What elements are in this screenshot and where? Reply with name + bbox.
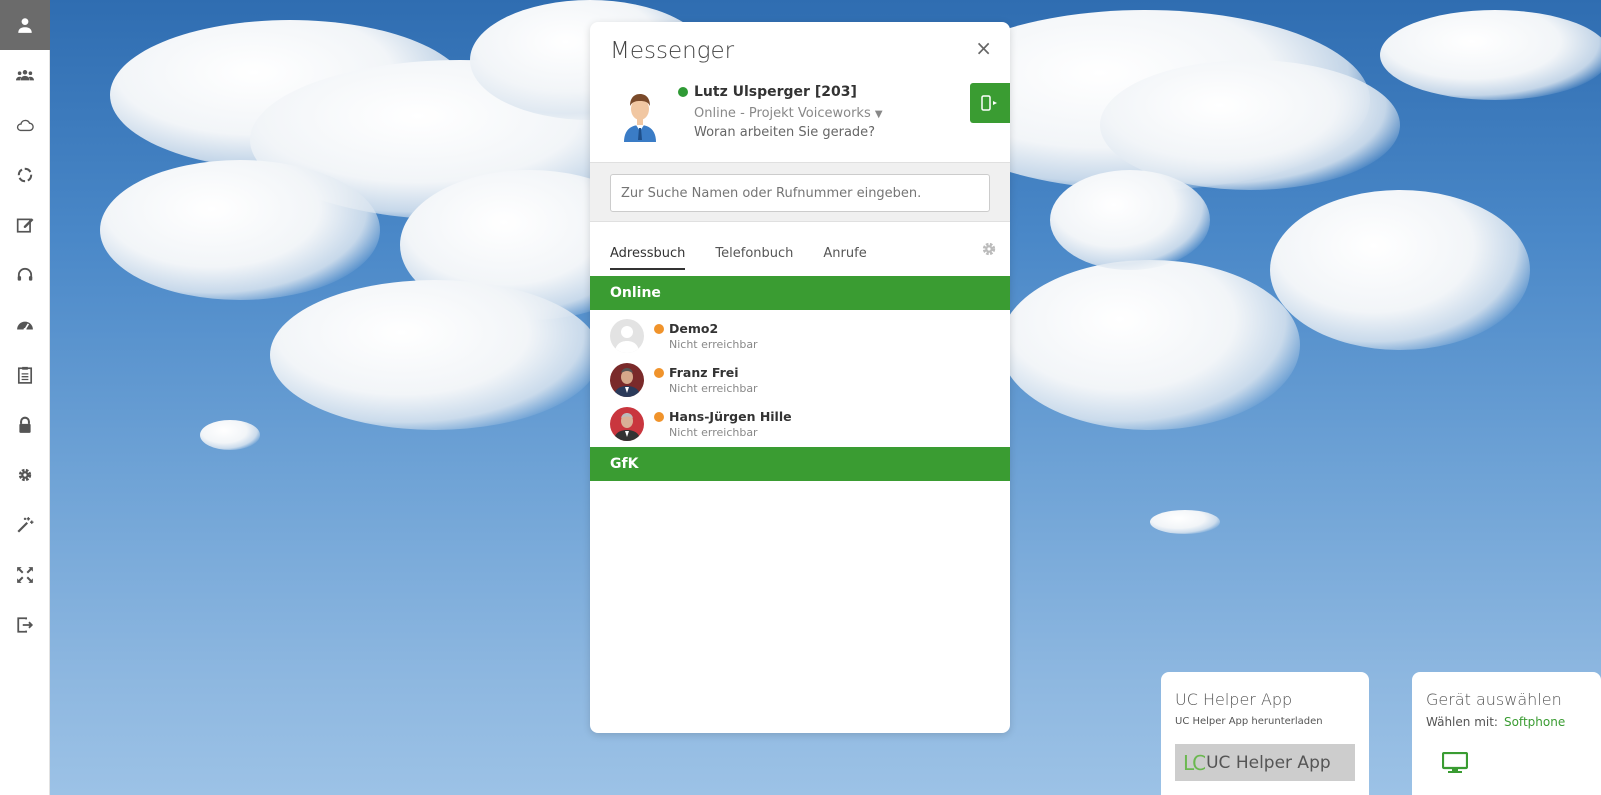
user-project: - Projekt Voiceworks [740, 106, 871, 121]
edit-icon [16, 218, 34, 233]
chevron-down-icon: ▼ [874, 109, 883, 120]
sidebar-item-fullscreen[interactable] [0, 550, 50, 600]
group-header-gfk[interactable]: GfK [590, 447, 1010, 481]
widget-title: UC Helper App [1175, 690, 1293, 709]
device-choice-value[interactable]: Softphone [1504, 715, 1565, 729]
helper-app-label: UC Helper App [1206, 752, 1331, 773]
sidebar-item-logout[interactable] [0, 600, 50, 650]
helper-download-link[interactable]: UC Helper App herunterladen [1175, 716, 1323, 727]
contact-status: Nicht erreichbar [669, 338, 758, 351]
headset-icon [17, 267, 33, 281]
logout-icon [17, 617, 34, 633]
sidebar-item-wizard[interactable] [0, 500, 50, 550]
sidebar-item-lock[interactable] [0, 400, 50, 450]
fullscreen-icon [17, 567, 33, 583]
mobile-phone-icon [981, 95, 997, 111]
user-icon [18, 18, 32, 33]
clipboard-icon [17, 366, 33, 384]
lock-icon [19, 416, 31, 433]
tab-anrufe[interactable]: Anrufe [823, 246, 866, 270]
contact-avatar [610, 319, 644, 353]
gear-icon [982, 242, 996, 256]
away-status-dot [654, 411, 664, 422]
messenger-tabs: Adressbuch Telefonbuch Anrufe [610, 246, 867, 270]
messenger-title: Messenger [610, 38, 735, 64]
contact-avatar [610, 407, 644, 441]
away-status-dot [654, 367, 664, 378]
sidebar-item-user[interactable] [0, 0, 50, 50]
contact-status: Nicht erreichbar [669, 426, 758, 439]
contact-name: Franz Frei [669, 365, 739, 380]
contact-item[interactable]: Franz Frei Nicht erreichbar [610, 363, 990, 407]
monitor-icon[interactable] [1441, 751, 1469, 778]
sidebar [0, 0, 50, 795]
close-button[interactable]: × [975, 36, 992, 60]
away-status-dot [654, 323, 664, 334]
contact-name: Hans-Jürgen Hille [669, 409, 792, 424]
status-selector[interactable]: Online - Projekt Voiceworks ▼ [694, 106, 883, 121]
cloud-icon [16, 119, 34, 132]
device-switch-button[interactable] [970, 83, 1010, 123]
online-status-dot [678, 87, 688, 97]
settings-gear-button[interactable] [980, 240, 998, 262]
search-bar [590, 162, 1010, 222]
helper-app-button[interactable]: LC UC Helper App [1175, 744, 1355, 781]
device-select-widget: Gerät auswählen Wählen mit: Softphone [1412, 672, 1601, 795]
search-input[interactable] [610, 174, 990, 212]
device-choice: Wählen mit: Softphone [1426, 715, 1565, 729]
sidebar-item-clipboard[interactable] [0, 350, 50, 400]
device-choose-label: Wählen mit: [1426, 715, 1498, 729]
gear-icon [18, 468, 32, 482]
dashboard-icon [17, 321, 33, 331]
user-status: Online [694, 106, 736, 121]
status-message[interactable]: Woran arbeiten Sie gerade? [694, 125, 883, 140]
sidebar-item-dashboard[interactable] [0, 300, 50, 350]
contact-avatar [610, 363, 644, 397]
tab-adressbuch[interactable]: Adressbuch [610, 246, 686, 270]
user-name: Lutz Ulsperger [203] [694, 84, 857, 100]
contact-item[interactable]: Hans-Jürgen Hille Nicht erreichbar [610, 407, 990, 451]
contact-name: Demo2 [669, 321, 719, 336]
magic-wand-icon [17, 517, 34, 533]
sidebar-item-cloud[interactable] [0, 100, 50, 150]
user-info: Lutz Ulsperger [203] Online - Projekt Vo… [678, 84, 883, 140]
sync-icon [17, 167, 33, 183]
messenger-panel: Messenger × Lutz Ulsperger [203] Online … [590, 22, 1010, 733]
tab-telefonbuch[interactable]: Telefonbuch [715, 246, 793, 270]
sidebar-item-edit[interactable] [0, 200, 50, 250]
sidebar-item-sync[interactable] [0, 150, 50, 200]
group-icon [16, 70, 34, 81]
group-header-online[interactable]: Online [590, 276, 1010, 310]
contact-status: Nicht erreichbar [669, 382, 758, 395]
sidebar-item-groups[interactable] [0, 50, 50, 100]
sidebar-item-headset[interactable] [0, 250, 50, 300]
contact-item[interactable]: Demo2 Nicht erreichbar [610, 319, 990, 363]
sidebar-item-settings[interactable] [0, 450, 50, 500]
helper-app-widget: UC Helper App UC Helper App herunterlade… [1161, 672, 1369, 795]
user-avatar [610, 84, 670, 144]
widget-title: Gerät auswählen [1426, 690, 1562, 709]
helper-app-logo: LC [1183, 750, 1206, 775]
